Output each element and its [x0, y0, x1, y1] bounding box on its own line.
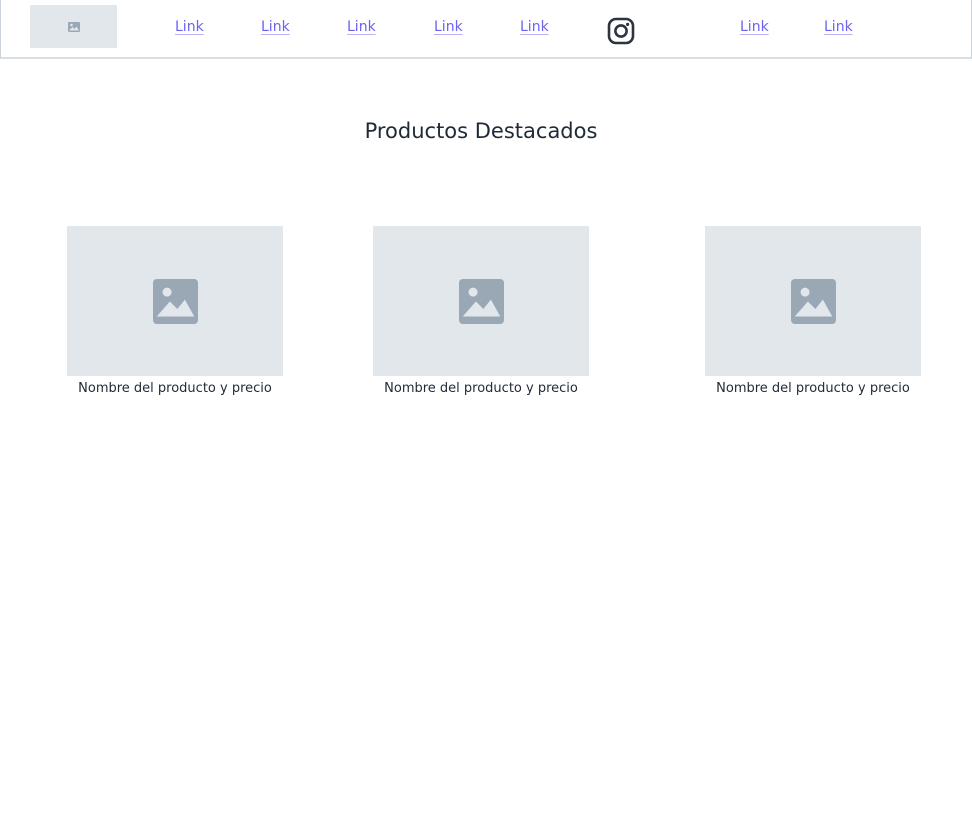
product-card[interactable]: Nombre del producto y precio — [705, 226, 921, 397]
product-caption: Nombre del producto y precio — [78, 381, 272, 396]
logo-placeholder[interactable] — [30, 5, 117, 48]
nav-link-7[interactable]: Link — [824, 17, 853, 37]
product-image[interactable] — [373, 226, 589, 376]
nav-link-3[interactable]: Link — [347, 17, 376, 37]
image-placeholder-icon — [67, 21, 80, 32]
image-placeholder-icon — [790, 278, 836, 324]
instagram-icon[interactable] — [607, 17, 635, 45]
image-placeholder-icon — [152, 278, 198, 324]
product-card[interactable]: Nombre del producto y precio — [67, 226, 283, 397]
image-placeholder-icon — [458, 278, 504, 324]
product-caption: Nombre del producto y precio — [716, 381, 910, 396]
nav-link-4[interactable]: Link — [434, 17, 463, 37]
section-title: Productos Destacados — [364, 119, 598, 143]
top-navbar: Link Link Link Link Link Link Link — [0, 0, 972, 59]
nav-link-1[interactable]: Link — [175, 17, 204, 37]
product-image[interactable] — [67, 226, 283, 376]
nav-link-6[interactable]: Link — [740, 17, 769, 37]
nav-link-5[interactable]: Link — [520, 17, 549, 37]
product-image[interactable] — [705, 226, 921, 376]
product-caption: Nombre del producto y precio — [384, 381, 578, 396]
nav-link-2[interactable]: Link — [261, 17, 290, 37]
product-card[interactable]: Nombre del producto y precio — [373, 226, 589, 397]
